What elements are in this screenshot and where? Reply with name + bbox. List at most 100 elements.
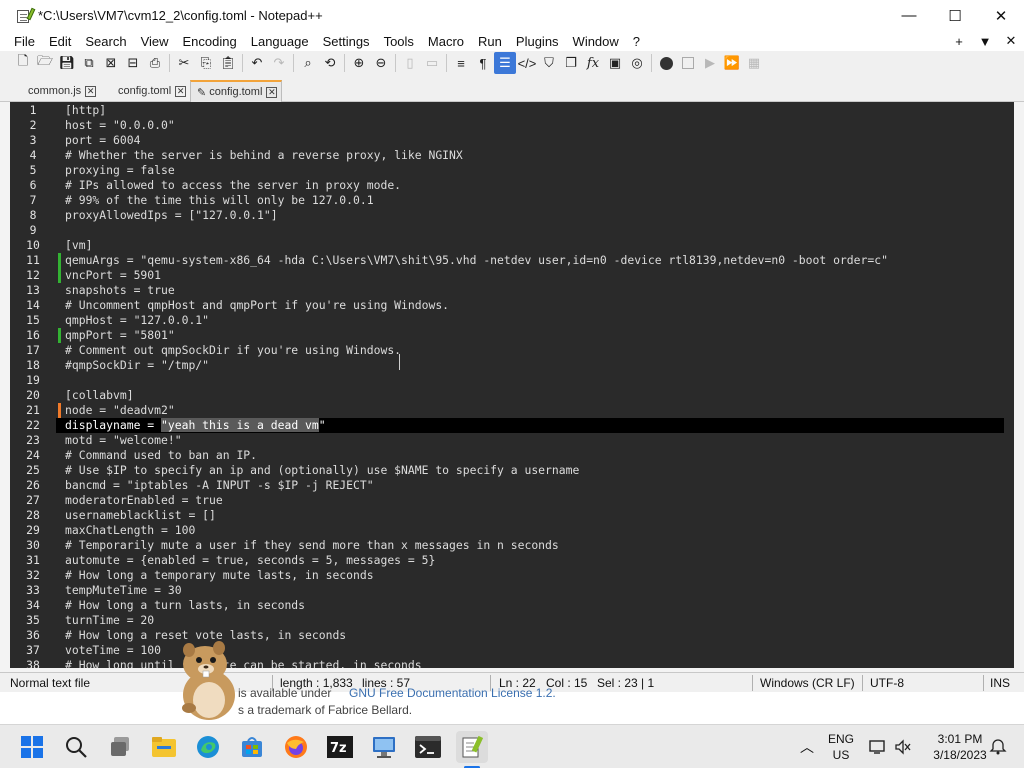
code-line[interactable]: 10 [vm] <box>10 238 1004 253</box>
close-icon[interactable]: ⊠ <box>100 52 122 74</box>
menu-macro[interactable]: Macro <box>421 34 471 49</box>
code-line[interactable]: 33 tempMuteTime = 30 <box>10 583 1004 598</box>
tab-config-toml-active[interactable]: ✎ config.toml ✕ <box>190 80 283 102</box>
current-line[interactable]: 22 displayname = "yeah this is a dead vm" <box>10 418 1004 433</box>
undo-icon[interactable]: ↶ <box>246 52 268 74</box>
language-indicator[interactable]: ENG US <box>822 725 860 768</box>
record-macro-icon[interactable] <box>655 52 677 74</box>
menu-help[interactable]: ? <box>626 34 647 49</box>
7zip-icon[interactable]: 7z <box>324 731 356 763</box>
code-line[interactable]: 32 # How long a temporary mute lasts, in … <box>10 568 1004 583</box>
volume-muted-icon[interactable] <box>892 725 914 768</box>
notepad-plus-plus-taskbar-icon[interactable] <box>456 731 488 763</box>
code-line[interactable]: 8 proxyAllowedIps = ["127.0.0.1"] <box>10 208 1004 223</box>
new-file-icon[interactable]: 🗋 <box>12 52 34 74</box>
menu-plugins[interactable]: Plugins <box>509 34 566 49</box>
start-icon[interactable] <box>16 731 48 763</box>
save-macro-icon[interactable]: ▦ <box>743 52 765 74</box>
vertical-scrollbar[interactable] <box>1004 102 1014 668</box>
tab-close-icon[interactable]: ✕ <box>85 85 97 97</box>
firefox-icon[interactable] <box>280 731 312 763</box>
xml-tag-icon[interactable]: </> <box>516 52 538 74</box>
print-icon[interactable]: ⎙ <box>144 52 166 74</box>
code-line[interactable]: 9 <box>10 223 1004 238</box>
menu-language[interactable]: Language <box>244 34 316 49</box>
find-icon[interactable]: ⌕ <box>297 52 319 74</box>
zoom-in-icon[interactable]: ⊕ <box>348 52 370 74</box>
cut-icon[interactable]: ✂ <box>173 52 195 74</box>
new-tab-button[interactable]: + <box>946 34 972 49</box>
code-line[interactable]: 20 [collabvm] <box>10 388 1004 403</box>
menu-window[interactable]: Window <box>566 34 626 49</box>
code-line[interactable]: 7 # 99% of the time this will only be 127… <box>10 193 1004 208</box>
code-line[interactable]: 28 usernameblacklist = [] <box>10 508 1004 523</box>
menu-file[interactable]: File <box>0 34 42 49</box>
function-list-icon[interactable]: fx <box>582 52 604 74</box>
code-line[interactable]: 18 #qmpSockDir = "/tmp/" <box>10 358 1004 373</box>
code-line[interactable]: 27 moderatorEnabled = true <box>10 493 1004 508</box>
code-line[interactable]: 16 qmpPort = "5801" <box>10 328 1004 343</box>
code-line[interactable]: 15 qmpHost = "127.0.0.1" <box>10 313 1004 328</box>
folder-as-workspace-icon[interactable]: ▣ <box>604 52 626 74</box>
monitoring-icon[interactable]: ◎ <box>626 52 648 74</box>
search-icon[interactable] <box>60 731 92 763</box>
menu-view[interactable]: View <box>134 34 176 49</box>
code-line[interactable]: 25 # Use $IP to specify an ip and (option… <box>10 463 1004 478</box>
close-all-icon[interactable]: ⊟ <box>122 52 144 74</box>
maximize-button[interactable]: ☐ <box>932 0 978 31</box>
code-line[interactable]: 13 snapshots = true <box>10 283 1004 298</box>
code-line[interactable]: 30 # Temporarily mute a user if they send… <box>10 538 1004 553</box>
replace-icon[interactable]: ⟲ <box>319 52 341 74</box>
sync-vertical-icon[interactable]: ▯ <box>399 52 421 74</box>
code-line[interactable]: 2 host = "0.0.0.0" <box>10 118 1004 133</box>
code-line[interactable]: 21 node = "deadvm2" <box>10 403 1004 418</box>
code-line[interactable]: 37 voteTime = 100 <box>10 643 1004 658</box>
code-line[interactable]: 38 # How long until vote can be started, … <box>10 658 1004 668</box>
menu-tools[interactable]: Tools <box>377 34 421 49</box>
run-macro-multiple-icon[interactable]: ⏩ <box>721 52 743 74</box>
code-line[interactable]: 35 turnTime = 20 <box>10 613 1004 628</box>
document-list-icon[interactable]: ❐ <box>560 52 582 74</box>
code-line[interactable]: 17 # Comment out qmpSockDir if you're usi… <box>10 343 1004 358</box>
paste-icon[interactable]: 📋︎ <box>217 52 239 74</box>
save-icon[interactable]: 💾︎ <box>56 52 78 74</box>
sync-horizontal-icon[interactable]: ▭ <box>421 52 443 74</box>
code-line[interactable]: 19 <box>10 373 1004 388</box>
menu-edit[interactable]: Edit <box>42 34 78 49</box>
tab-close-icon[interactable]: ✕ <box>266 86 278 98</box>
terminal-icon[interactable] <box>412 731 444 763</box>
code-line[interactable]: 34 # How long a turn lasts, in seconds <box>10 598 1004 613</box>
code-line[interactable]: 6 # IPs allowed to access the server in p… <box>10 178 1004 193</box>
code-line[interactable]: 4 # Whether the server is behind a revers… <box>10 148 1004 163</box>
menu-run[interactable]: Run <box>471 34 509 49</box>
save-all-icon[interactable]: ⧉ <box>78 52 100 74</box>
code-line[interactable]: 24 # Command used to ban an IP. <box>10 448 1004 463</box>
edge-icon[interactable] <box>192 731 224 763</box>
document-map-icon[interactable]: ⛉ <box>538 52 560 74</box>
code-line[interactable]: 31 automute = {enabled = true, seconds = … <box>10 553 1004 568</box>
notification-settings-icon[interactable] <box>984 725 1012 768</box>
file-explorer-icon[interactable] <box>148 731 180 763</box>
code-line[interactable]: 11 qemuArgs = "qemu-system-x86_64 -hda C:… <box>10 253 1004 268</box>
show-all-characters-icon[interactable]: ¶ <box>472 52 494 74</box>
redo-icon[interactable]: ↷ <box>268 52 290 74</box>
tab-list-dropdown[interactable]: ▼ <box>972 34 998 49</box>
code-line[interactable]: 36 # How long a reset vote lasts, in seco… <box>10 628 1004 643</box>
license-link[interactable]: GNU Free Documentation License 1.2. <box>349 686 556 700</box>
code-line[interactable]: 23 motd = "welcome!" <box>10 433 1004 448</box>
word-wrap-icon[interactable]: ≡ <box>450 52 472 74</box>
tab-config-toml[interactable]: config.toml ✕ <box>112 80 190 102</box>
tab-common-js[interactable]: common.js ✕ <box>22 80 100 102</box>
code-line[interactable]: 14 # Uncomment qmpHost and qmpPort if you… <box>10 298 1004 313</box>
show-hidden-icons-chevron[interactable]: ︿ <box>796 725 818 768</box>
close-window-button[interactable]: ✕ <box>978 0 1024 31</box>
copy-icon[interactable]: ⎘ <box>195 52 217 74</box>
close-document-button[interactable]: ✕ <box>998 33 1024 49</box>
play-macro-icon[interactable]: ▶ <box>699 52 721 74</box>
zoom-out-icon[interactable]: ⊖ <box>370 52 392 74</box>
task-view-icon[interactable] <box>104 731 136 763</box>
code-editor[interactable]: 1 [http] 2 host = "0.0.0.0" 3 port = 6004 4 # W… <box>10 102 1014 668</box>
minimize-button[interactable]: — <box>886 0 932 31</box>
open-file-icon[interactable]: 🗁 <box>34 52 56 74</box>
stop-record-icon[interactable] <box>677 52 699 74</box>
